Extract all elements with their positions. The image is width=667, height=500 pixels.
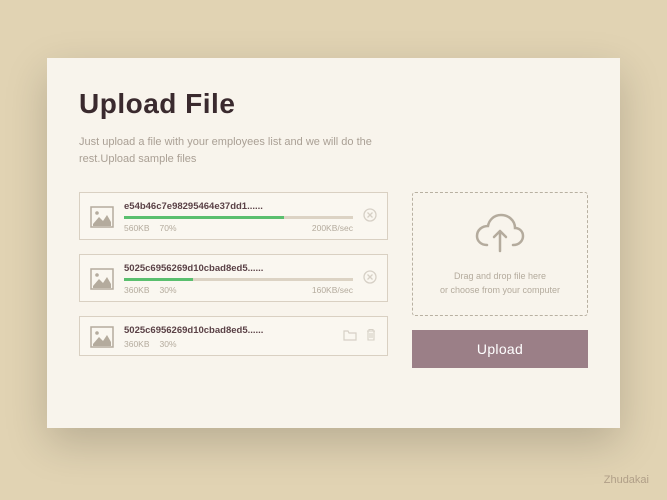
dropzone-line2: or choose from your computer [440,284,560,298]
file-row-0: e54b46c7e98295464e37dd1...... 560KB 70% … [79,192,388,240]
upload-card: Upload File Just upload a file with your… [47,58,620,428]
cancel-icon[interactable] [363,270,377,289]
file-speed: 160KB/sec [312,285,353,295]
progress-bar [124,278,353,281]
right-panel: Drag and drop file here or choose from y… [412,192,588,368]
file-speed: 200KB/sec [312,223,353,233]
file-percent: 30% [160,285,177,295]
folder-icon[interactable] [343,328,357,346]
file-meta: 560KB 70% 200KB/sec [124,223,353,233]
progress-fill [124,278,193,281]
progress-bar [124,216,353,219]
file-name: e54b46c7e98295464e37dd1...... [124,201,353,212]
author-credit: Zhudakai [604,474,649,486]
file-size: 360KB [124,285,150,295]
file-body: 5025c6956269d10cbad8ed5...... 360KB 30% … [124,263,353,295]
cloud-upload-icon [473,211,527,270]
file-row-2: 5025c6956269d10cbad8ed5...... 360KB 30% [79,316,388,356]
content-columns: e54b46c7e98295464e37dd1...... 560KB 70% … [79,192,588,368]
progress-fill [124,216,284,219]
file-row-1: 5025c6956269d10cbad8ed5...... 360KB 30% … [79,254,388,302]
file-name: 5025c6956269d10cbad8ed5...... [124,325,333,336]
image-icon [90,206,114,228]
image-icon [90,268,114,290]
file-percent: 70% [160,223,177,233]
file-size: 560KB [124,223,150,233]
dropzone[interactable]: Drag and drop file here or choose from y… [412,192,588,316]
file-meta: 360KB 30% 160KB/sec [124,285,353,295]
file-meta: 360KB 30% [124,339,333,349]
upload-button[interactable]: Upload [412,330,588,368]
cancel-icon[interactable] [363,208,377,227]
trash-icon[interactable] [365,328,377,347]
file-size: 360KB [124,339,150,349]
page-title: Upload File [79,88,588,120]
file-actions [363,270,377,289]
image-icon [90,326,114,348]
file-body: e54b46c7e98295464e37dd1...... 560KB 70% … [124,201,353,233]
dropzone-line1: Drag and drop file here [440,270,560,284]
dropzone-text: Drag and drop file here or choose from y… [440,270,560,297]
file-list: e54b46c7e98295464e37dd1...... 560KB 70% … [79,192,388,368]
file-percent: 30% [160,339,177,349]
file-name: 5025c6956269d10cbad8ed5...... [124,263,353,274]
file-body: 5025c6956269d10cbad8ed5...... 360KB 30% [124,325,333,349]
file-actions [363,208,377,227]
file-actions [343,328,377,347]
page-subtitle: Just upload a file with your employees l… [79,134,379,168]
